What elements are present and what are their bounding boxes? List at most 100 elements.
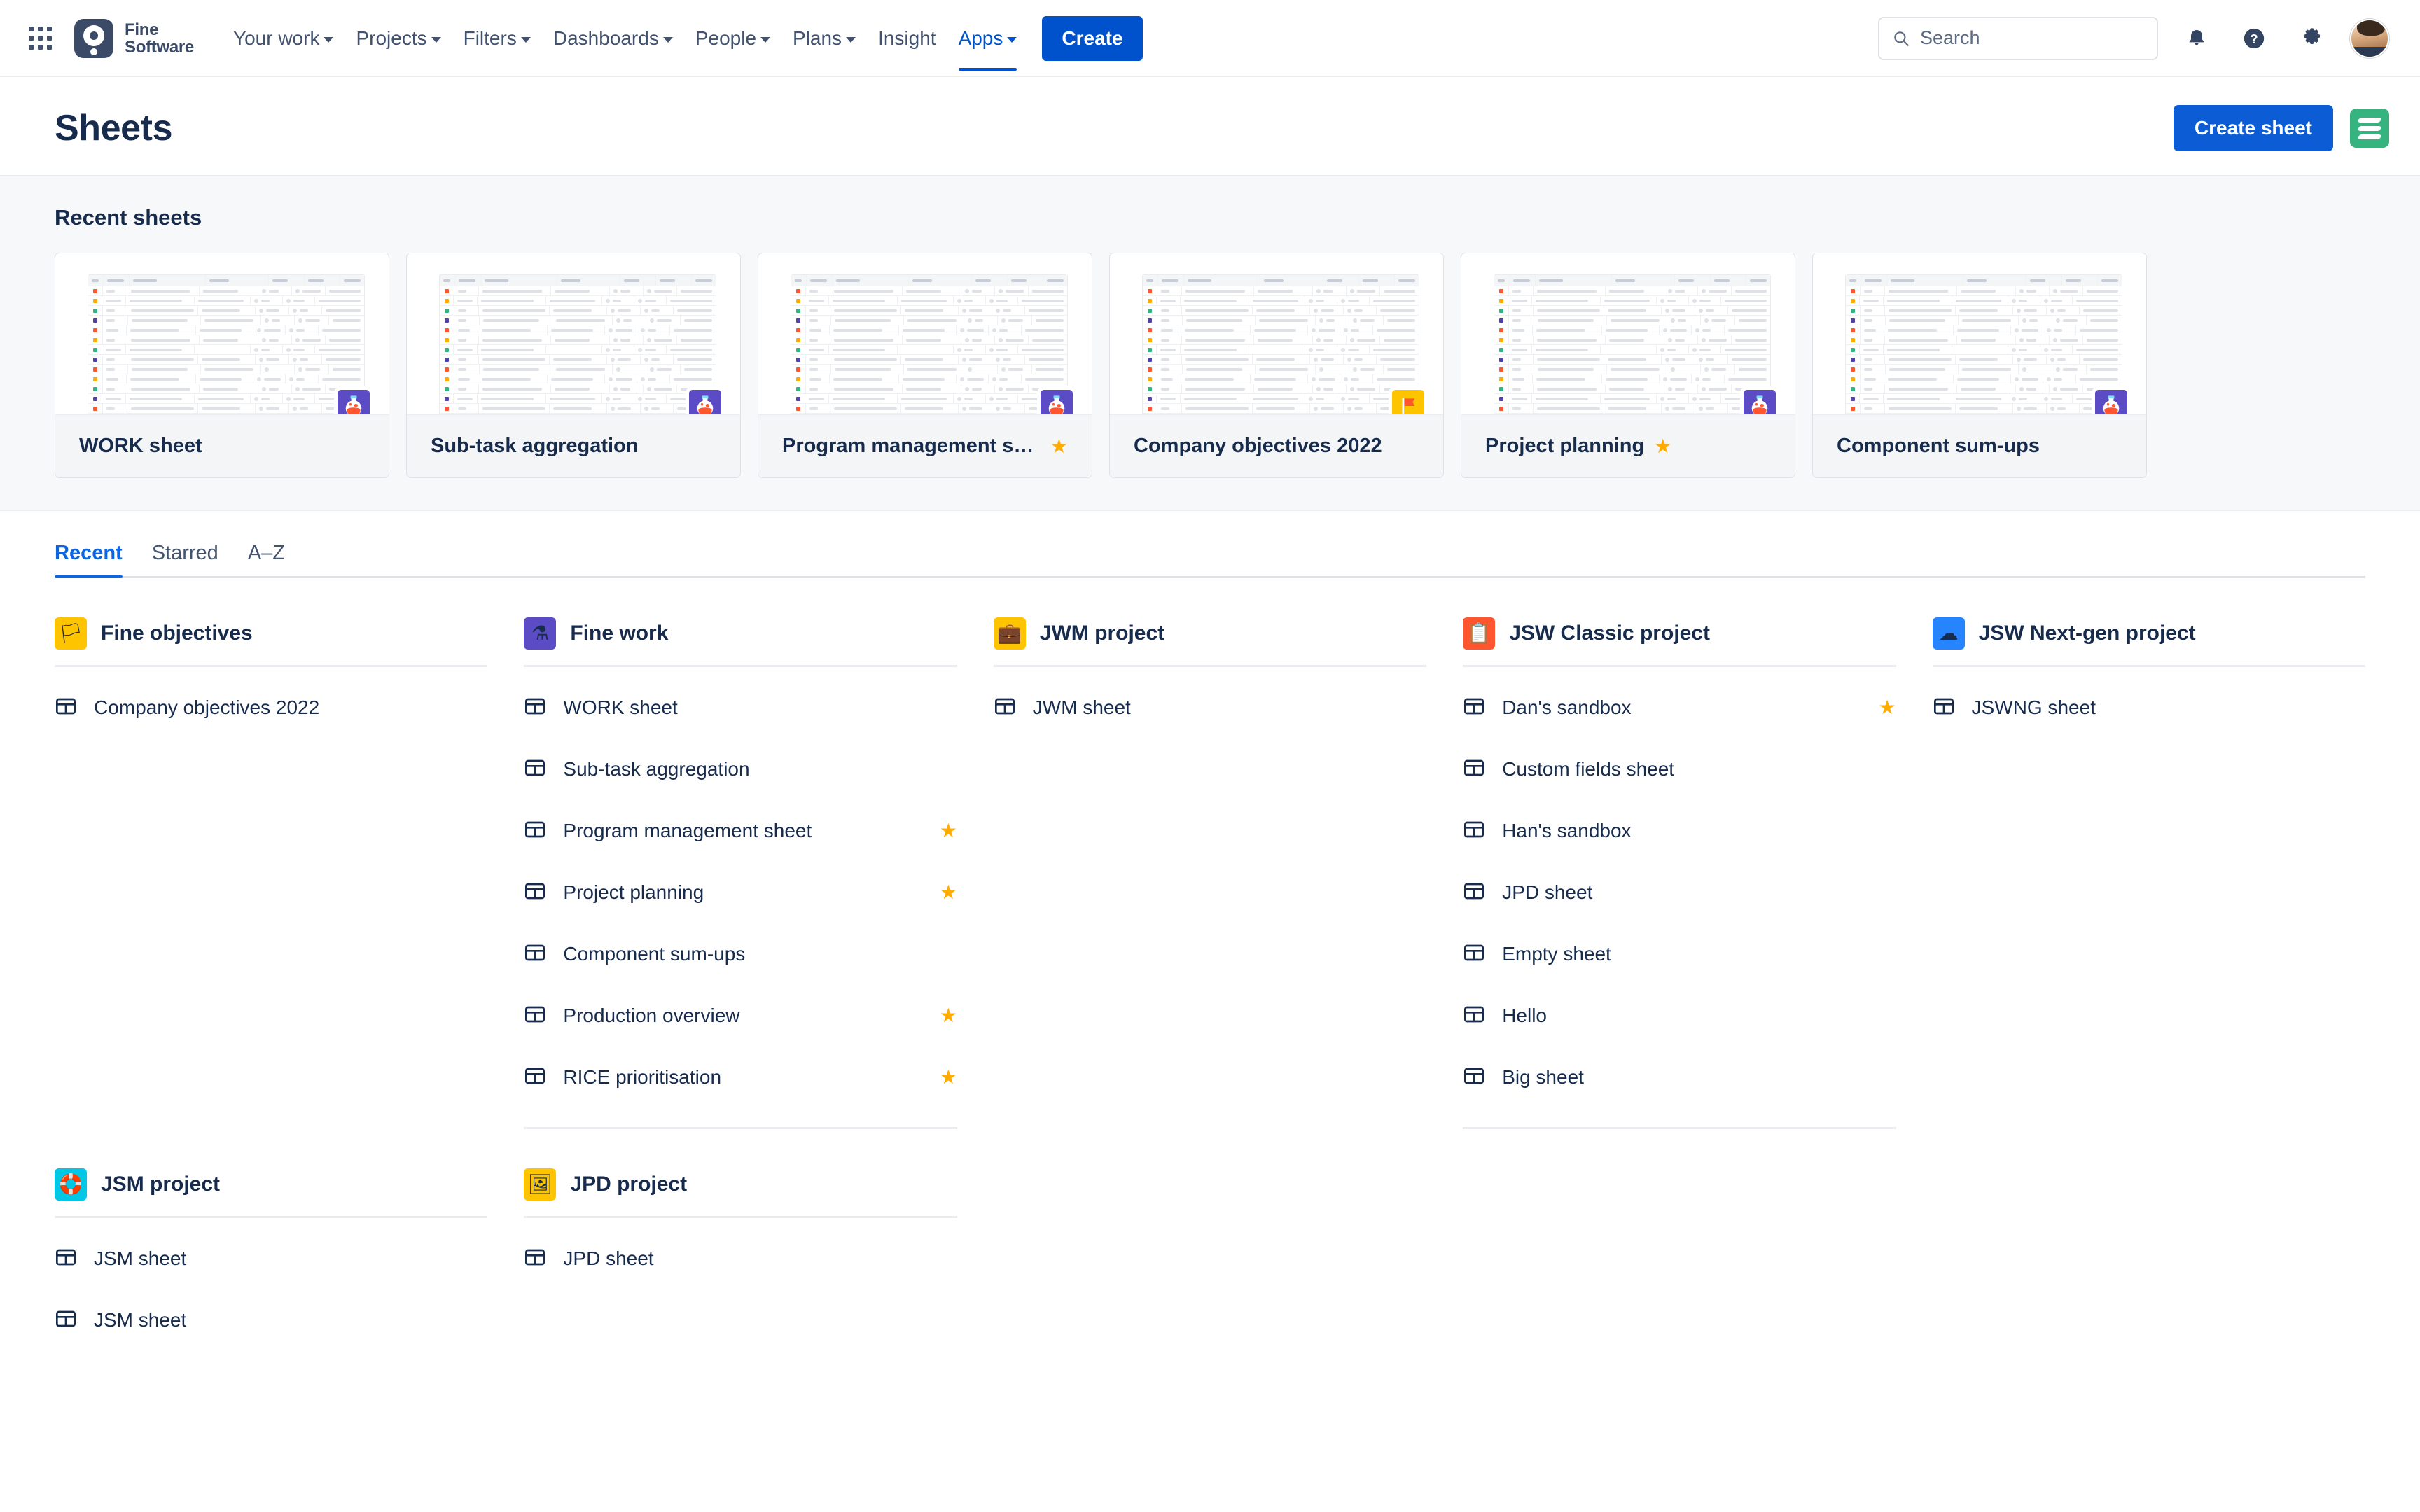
sheets-app-logo-icon[interactable] — [2350, 108, 2389, 148]
nav-link-your-work[interactable]: Your work — [223, 20, 343, 57]
list-item[interactable]: Han's sandbox — [1463, 800, 1896, 862]
thumbnail-avatar-dot — [286, 298, 291, 303]
star-icon[interactable]: ★ — [940, 1006, 957, 1026]
recent-sheet-card[interactable]: Sub-task aggregation — [406, 253, 741, 478]
list-item[interactable]: JPD sheet — [1463, 862, 1896, 923]
thumbnail-text-bar — [612, 299, 621, 302]
recent-sheet-card[interactable]: Program management sh... ★ — [758, 253, 1092, 478]
thumbnail-text-bar — [903, 328, 945, 332]
recent-sheet-card[interactable]: Company objectives 2022 — [1109, 253, 1444, 478]
thumbnail-row — [1846, 394, 2122, 404]
thumbnail-cell — [1494, 306, 1509, 315]
list-item[interactable]: Story point report — [524, 1108, 957, 1129]
thumbnail-text-bar — [1254, 377, 1297, 381]
thumbnail-row — [1143, 374, 1419, 384]
create-sheet-button[interactable]: Create sheet — [2173, 105, 2333, 151]
list-item[interactable]: Program management sheet ★ — [524, 800, 957, 862]
nav-link-projects[interactable]: Projects — [346, 20, 450, 57]
project-group-header[interactable]: 💼 JWM project — [993, 617, 1427, 667]
star-icon[interactable]: ★ — [940, 883, 957, 902]
list-item[interactable]: Custom fields sheet — [1463, 738, 1896, 800]
settings-button[interactable] — [2293, 20, 2330, 57]
help-button[interactable]: ? — [2235, 20, 2273, 57]
app-switcher-button[interactable] — [21, 20, 59, 57]
tab-starred[interactable]: Starred — [152, 542, 218, 576]
list-item[interactable]: WORK sheet — [524, 677, 957, 738]
nav-link-plans[interactable]: Plans — [783, 20, 865, 57]
list-item[interactable]: RICE prioritisation ★ — [524, 1046, 957, 1108]
star-icon[interactable]: ★ — [1050, 436, 1068, 456]
thumbnail-cell — [1721, 296, 1770, 305]
search-input[interactable]: Search — [1878, 16, 2158, 60]
list-item[interactable]: JSWC sheet — [1463, 1108, 1896, 1129]
thumbnail-cell — [992, 404, 1025, 413]
thumbnail-text-bar — [612, 397, 621, 400]
thumbnail-avatar-dot — [1349, 337, 1354, 342]
nav-link-people[interactable]: People — [686, 20, 780, 57]
list-item[interactable]: Project planning ★ — [524, 862, 957, 923]
list-item[interactable]: Empty sheet — [1463, 923, 1896, 985]
project-group-header[interactable]: ⚗ Fine work — [524, 617, 957, 667]
tab-a-z[interactable]: A–Z — [248, 542, 285, 576]
list-item[interactable]: JSWNG sheet — [1933, 677, 2365, 738]
project-group-header[interactable]: 🏳 Fine objectives — [55, 617, 488, 667]
tab-recent[interactable]: Recent — [55, 542, 123, 578]
thumbnail-text-bar — [554, 387, 590, 391]
list-item[interactable]: JSM sheet — [55, 1228, 487, 1289]
recent-sheet-card[interactable]: WORK sheet — [55, 253, 389, 478]
thumbnail-text-bar — [674, 328, 712, 332]
thumbnail-cell — [1607, 365, 1667, 374]
star-icon[interactable]: ★ — [1878, 698, 1896, 718]
thumbnail-cell — [551, 286, 610, 295]
brand-logo-link[interactable]: Fine Software — [74, 18, 194, 58]
thumbnail-status-square — [795, 298, 800, 303]
thumbnail-status-square — [1498, 337, 1503, 342]
list-item[interactable]: Production overview ★ — [524, 985, 957, 1046]
notifications-button[interactable] — [2178, 20, 2216, 57]
thumbnail-cell — [103, 335, 128, 344]
nav-link-insight[interactable]: Insight — [868, 20, 946, 57]
nav-link-filters[interactable]: Filters — [454, 20, 541, 57]
list-item[interactable]: JSM sheet — [55, 1289, 487, 1351]
project-group-header[interactable]: ☁ JSW Next-gen project — [1932, 617, 2365, 667]
thumbnail-cell — [1959, 316, 2019, 325]
thumbnail-avatar-dot — [1308, 396, 1313, 401]
thumbnail-text-bar — [1512, 338, 1521, 342]
project-group-header[interactable]: 📋 JSW Classic project — [1463, 617, 1896, 667]
create-button[interactable]: Create — [1042, 15, 1143, 61]
recent-sheet-card[interactable]: Project planning ★ — [1461, 253, 1795, 478]
list-item[interactable]: Company objectives 2022 — [55, 677, 487, 738]
list-item[interactable]: Sub-task aggregation — [524, 738, 957, 800]
nav-link-dashboards[interactable]: Dashboards — [543, 20, 683, 57]
star-icon[interactable]: ★ — [940, 821, 957, 841]
recent-sheet-card[interactable]: Component sum-ups — [1812, 253, 2147, 478]
table-sheet-icon — [525, 698, 545, 714]
thumbnail-text-bar — [266, 309, 280, 312]
thumbnail-cell — [898, 394, 954, 403]
list-item[interactable]: Hello — [1463, 985, 1896, 1046]
thumbnail-text-bar — [618, 407, 632, 410]
thumbnail-cell — [1494, 316, 1510, 325]
thumbnail-cell — [2052, 316, 2087, 325]
thumbnail-text-bar — [1738, 368, 1767, 371]
thumbnail-cell — [1846, 306, 1861, 315]
lifebuoy-project-icon: 🛟 — [55, 1168, 87, 1200]
project-group-header[interactable]: 🛟 JSM project — [55, 1168, 488, 1218]
star-icon[interactable]: ★ — [1654, 436, 1671, 456]
project-group-header[interactable]: 🖼 JPD project — [524, 1168, 957, 1218]
thumbnail-cell — [256, 306, 289, 315]
thumbnail-text-bar — [130, 358, 194, 361]
list-item[interactable]: Dan's sandbox ★ — [1463, 677, 1896, 738]
thumbnail-cell — [995, 335, 1029, 344]
list-item[interactable]: JPD sheet — [524, 1228, 957, 1289]
list-item[interactable]: Component sum-ups — [524, 923, 957, 985]
avatar[interactable] — [2350, 18, 2389, 58]
list-item[interactable]: JWM sheet — [994, 677, 1426, 738]
star-icon[interactable]: ★ — [940, 1068, 957, 1087]
thumbnail-avatar-dot — [611, 357, 616, 362]
cloud-project-icon: ☁ — [1932, 617, 1965, 650]
thumbnail-row — [88, 316, 364, 326]
nav-link-apps[interactable]: Apps — [949, 20, 1027, 71]
list-item[interactable]: Big sheet — [1463, 1046, 1896, 1108]
thumbnail-text-bar — [1537, 338, 1597, 342]
